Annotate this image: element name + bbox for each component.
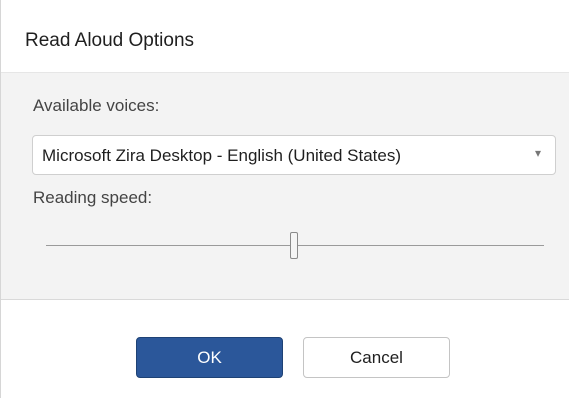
dialog-content: Available voices: Microsoft Zira Desktop…: [1, 72, 569, 300]
selected-voice: Microsoft Zira Desktop - English (United…: [42, 146, 402, 165]
reading-speed-slider[interactable]: [46, 226, 544, 266]
slider-thumb[interactable]: [290, 232, 298, 259]
ok-button[interactable]: OK: [136, 337, 283, 378]
cancel-button[interactable]: Cancel: [303, 337, 450, 378]
dialog-title: Read Aloud Options: [25, 30, 195, 51]
dialog-footer: OK Cancel: [1, 299, 569, 399]
read-aloud-options-dialog: Read Aloud Options Available voices: Mic…: [0, 0, 569, 399]
reading-speed-label: Reading speed:: [33, 188, 153, 207]
chevron-down-icon: ▾: [534, 146, 541, 160]
title-bar: Read Aloud Options: [1, 0, 561, 72]
voice-dropdown[interactable]: Microsoft Zira Desktop - English (United…: [32, 135, 556, 175]
available-voices-label: Available voices:: [33, 96, 160, 115]
